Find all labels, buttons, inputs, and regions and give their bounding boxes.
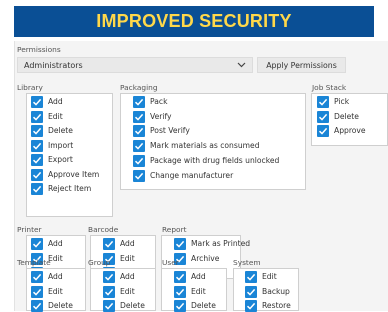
group-label-group: Group — [88, 258, 111, 267]
checkbox-label: Edit — [48, 111, 63, 121]
chevron-down-icon — [237, 62, 246, 68]
checkbox-label: Pack — [150, 97, 168, 106]
checkmark-icon[interactable] — [31, 110, 43, 123]
checkbox-label: Add — [120, 239, 135, 248]
group-label-printer: Printer — [17, 225, 42, 234]
checkmark-icon[interactable] — [133, 169, 145, 182]
checkbox-label: Add — [120, 272, 135, 281]
checkbox-label: Add — [48, 272, 63, 281]
checkmark-icon[interactable] — [245, 271, 257, 283]
checkbox-label: Add — [48, 239, 63, 248]
checkbox-label: Post Verify — [150, 126, 190, 136]
apply-permissions-button[interactable]: Apply Permissions — [257, 57, 346, 73]
checkmark-icon[interactable] — [31, 300, 43, 312]
group-label-library: Library — [17, 83, 43, 92]
checkmark-icon[interactable] — [174, 285, 186, 298]
checkmark-icon[interactable] — [31, 285, 43, 298]
checkbox-label: Edit — [120, 286, 135, 296]
role-dropdown-value: Administrators — [24, 61, 83, 70]
checkmark-icon[interactable] — [133, 110, 145, 123]
checkmark-icon[interactable] — [317, 96, 329, 108]
checkbox-label: Change manufacturer — [150, 170, 234, 180]
group-label-jobstack: Job Stack — [312, 83, 347, 92]
checkmark-icon[interactable] — [103, 300, 115, 312]
checkbox-label: Delete — [191, 301, 216, 310]
checkmark-icon[interactable] — [103, 285, 115, 298]
checkmark-icon[interactable] — [133, 125, 145, 138]
checkmark-icon[interactable] — [133, 154, 145, 167]
checkbox-label: Edit — [48, 286, 63, 296]
checkmark-icon[interactable] — [133, 140, 145, 153]
group-label-user: User — [162, 258, 179, 267]
checkbox-label: Verify — [150, 111, 172, 121]
checkbox-label: Archive — [191, 253, 220, 263]
checkbox-label: Mark materials as consumed — [150, 141, 260, 151]
banner-title: IMPROVED SECURITY — [14, 6, 374, 37]
checkmark-icon[interactable] — [31, 125, 43, 137]
checkmark-icon[interactable] — [103, 271, 115, 283]
checkbox-label: Approve — [334, 126, 366, 135]
group-label-barcode: Barcode — [88, 225, 119, 234]
checkmark-icon[interactable] — [133, 96, 145, 108]
checkmark-icon[interactable] — [174, 238, 186, 250]
checkmark-icon[interactable] — [103, 238, 115, 250]
permissions-label: Permissions — [17, 45, 61, 54]
checkbox-label: Edit — [191, 286, 206, 296]
group-label-report: Report — [162, 225, 187, 234]
checkbox-label: Restore — [262, 301, 291, 310]
checkmark-icon[interactable] — [317, 110, 329, 123]
checkmark-icon[interactable] — [31, 238, 43, 250]
checkbox-label: Delete — [334, 111, 359, 121]
group-label-system: System — [233, 258, 261, 267]
checkbox-label: Mark as Printed — [191, 239, 251, 248]
group-label-template: Template — [17, 258, 51, 267]
checkbox-label: Delete — [120, 301, 145, 310]
checkmark-icon[interactable] — [174, 300, 186, 312]
checkmark-icon[interactable] — [31, 168, 43, 181]
checkbox-label: Approve Item — [48, 169, 100, 179]
checkmark-icon[interactable] — [31, 154, 43, 166]
role-dropdown[interactable]: Administrators — [17, 57, 253, 73]
checkmark-icon[interactable] — [31, 96, 43, 108]
checkbox-label: Import — [48, 140, 74, 150]
checkmark-icon[interactable] — [245, 285, 257, 298]
checkbox-label: Add — [191, 272, 206, 281]
checkmark-icon[interactable] — [31, 183, 43, 195]
checkbox-label: Reject Item — [48, 184, 92, 193]
checkbox-label: Add — [48, 97, 63, 106]
checkbox-label: Backup — [262, 286, 290, 296]
checkbox-label: Edit — [262, 272, 277, 281]
checkmark-icon[interactable] — [317, 125, 329, 137]
checkmark-icon[interactable] — [245, 300, 257, 312]
checkbox-label: Pick — [334, 97, 350, 106]
checkmark-icon[interactable] — [174, 271, 186, 283]
checkbox-label: Package with drug fields unlocked — [150, 155, 280, 165]
checkbox-label: Export — [48, 155, 73, 164]
group-label-packaging: Packaging — [120, 83, 158, 92]
checkmark-icon[interactable] — [31, 139, 43, 152]
checkmark-icon[interactable] — [31, 271, 43, 283]
checkbox-label: Delete — [48, 301, 73, 310]
checkbox-label: Delete — [48, 126, 73, 135]
checkbox-label: Edit — [120, 253, 135, 263]
